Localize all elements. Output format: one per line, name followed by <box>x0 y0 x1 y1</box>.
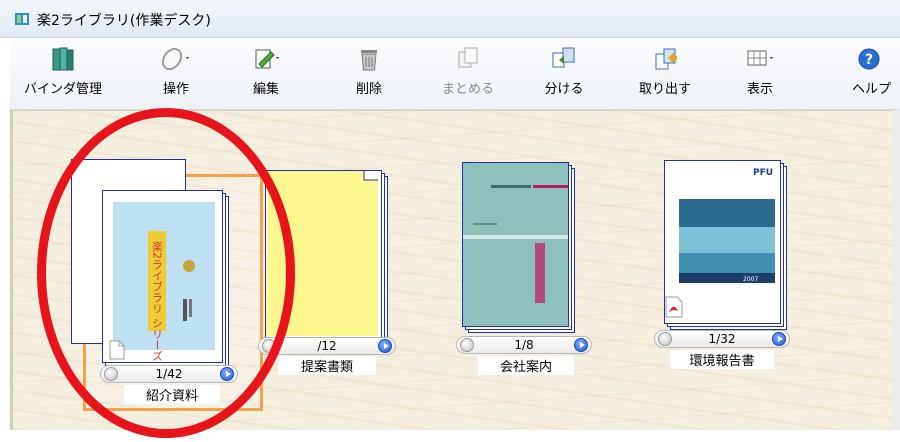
toolbar-label: 削除 <box>355 82 382 97</box>
help-icon: ? <box>858 48 880 70</box>
extract-button[interactable]: 取り出す <box>630 44 700 97</box>
binder-manage-icon <box>52 47 74 71</box>
toolbar-label: 分ける <box>544 82 584 97</box>
merge-button[interactable]: まとめる <box>432 44 504 97</box>
binder-page-front <box>462 162 569 327</box>
split-icon <box>552 47 575 68</box>
operation-button[interactable]: 操作 <box>146 44 206 97</box>
view-icon <box>747 50 773 66</box>
toolbar: バインダ管理 操作 編集 削除 まとめる 分ける 取り出す 表示 ? ヘルプ <box>10 38 900 110</box>
page-count: 1/32 <box>708 332 736 346</box>
help-button[interactable]: ? ヘルプ <box>842 44 900 97</box>
binder-manage-button[interactable]: バインダ管理 <box>20 44 106 97</box>
edit-icon <box>255 49 279 69</box>
vertical-scrollbar[interactable] <box>892 110 900 430</box>
toolbar-label: 表示 <box>746 82 773 97</box>
merge-icon <box>458 47 478 68</box>
report-logo: PFU <box>753 168 773 178</box>
svg-text:?: ? <box>865 52 873 68</box>
pen-operation-icon <box>161 47 189 71</box>
next-page-button[interactable] <box>772 332 786 346</box>
pdf-file-icon <box>665 296 683 318</box>
binder-name[interactable]: 環境報告書 <box>670 350 774 369</box>
title-bar: 楽2ライブラリ(作業デスク) <box>0 0 900 38</box>
page-navigator[interactable]: 1/32 <box>654 330 790 348</box>
binder-name[interactable]: 提案書類 <box>278 356 376 375</box>
page-navigator[interactable]: 1/8 <box>456 336 592 354</box>
next-page-button[interactable] <box>378 339 392 353</box>
window-title: 楽2ライブラリ(作業デスク) <box>37 13 211 29</box>
binder-name[interactable]: 会社案内 <box>478 356 574 375</box>
extract-icon <box>655 48 677 70</box>
view-button[interactable]: 表示 <box>730 44 790 97</box>
edit-button[interactable]: 編集 <box>236 44 296 97</box>
toolbar-label: 編集 <box>252 82 279 97</box>
toolbar-label: まとめる <box>441 82 494 97</box>
next-page-button[interactable] <box>574 338 588 352</box>
annotation-red-circle <box>37 108 295 438</box>
toolbar-label: バインダ管理 <box>23 82 102 97</box>
split-button[interactable]: 分ける <box>534 44 594 97</box>
toolbar-label: 操作 <box>162 82 189 97</box>
delete-button[interactable]: 削除 <box>344 44 394 97</box>
toolbar-label: ヘルプ <box>852 82 892 97</box>
app-icon <box>15 13 29 25</box>
page-count: 1/8 <box>514 338 534 352</box>
toolbar-label: 取り出す <box>638 82 691 97</box>
trash-icon <box>361 50 377 71</box>
report-year: 2007 <box>743 276 758 283</box>
company-brochure-thumbnail <box>463 163 568 326</box>
